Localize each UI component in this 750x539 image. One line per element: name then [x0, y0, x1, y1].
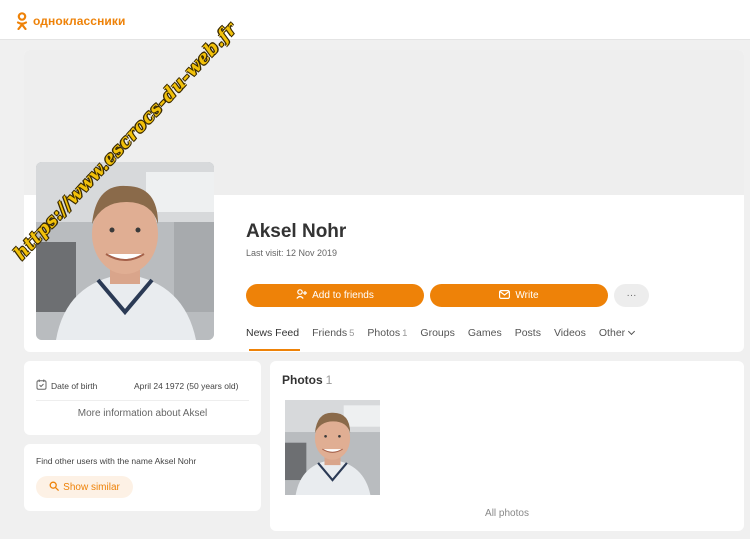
dob-label: Date of birth — [51, 380, 98, 391]
tab-posts[interactable]: Posts — [515, 327, 541, 339]
dob-value: April 24 1972 (50 years old) — [134, 380, 239, 391]
info-card: Date of birth April 24 1972 (50 years ol… — [24, 361, 261, 435]
mail-icon — [499, 289, 511, 302]
logo-text: одноклассники — [33, 14, 126, 28]
find-similar-card: Find other users with the name Aksel Noh… — [24, 444, 261, 511]
tab-photos[interactable]: Photos 1 — [367, 327, 407, 339]
tab-groups[interactable]: Groups — [420, 327, 454, 339]
write-label: Write — [515, 290, 539, 301]
add-to-friends-button[interactable]: Add to friends — [246, 284, 424, 307]
profile-avatar[interactable] — [36, 162, 214, 340]
ok-logo-icon — [16, 12, 28, 31]
show-similar-label: Show similar — [63, 481, 120, 493]
divider — [36, 400, 249, 401]
find-users-text: Find other users with the name Aksel Noh… — [36, 456, 197, 466]
show-similar-button[interactable]: Show similar — [36, 476, 133, 498]
tab-count: 5 — [349, 328, 355, 339]
photos-title[interactable]: Photos 1 — [282, 373, 332, 387]
add-user-icon — [296, 289, 308, 302]
profile-tabs: News Feed Friends 5 Photos 1 Groups Games … — [246, 327, 647, 339]
top-bar: одноклассники — [0, 0, 750, 40]
chevron-down-icon — [628, 327, 636, 336]
add-to-friends-label: Add to friends — [312, 290, 374, 301]
more-info-link[interactable]: More information about Aksel — [24, 408, 261, 419]
tab-videos[interactable]: Videos — [554, 327, 586, 339]
profile-name: Aksel Nohr — [246, 221, 347, 242]
site-logo[interactable]: одноклассники — [16, 12, 126, 31]
active-tab-indicator — [249, 349, 300, 351]
all-photos-link[interactable]: All photos — [270, 508, 744, 519]
photos-card: Photos 1 All photos — [270, 361, 744, 531]
calendar-icon — [36, 379, 47, 392]
search-icon — [49, 481, 60, 494]
tab-games[interactable]: Games — [468, 327, 502, 339]
more-actions-button[interactable]: ··· — [614, 284, 649, 307]
tab-news-feed[interactable]: News Feed — [246, 327, 299, 339]
tab-friends[interactable]: Friends 5 — [312, 327, 354, 339]
photos-count: 1 — [325, 373, 333, 387]
more-dots-icon: ··· — [626, 290, 637, 301]
date-of-birth-row: Date of birth April 24 1972 (50 years ol… — [36, 379, 238, 392]
tab-count: 1 — [402, 328, 408, 339]
write-button[interactable]: Write — [430, 284, 608, 307]
photo-thumbnail[interactable] — [285, 400, 380, 495]
tab-other[interactable]: Other — [599, 327, 636, 339]
last-visit: Last visit: 12 Nov 2019 — [246, 248, 338, 258]
